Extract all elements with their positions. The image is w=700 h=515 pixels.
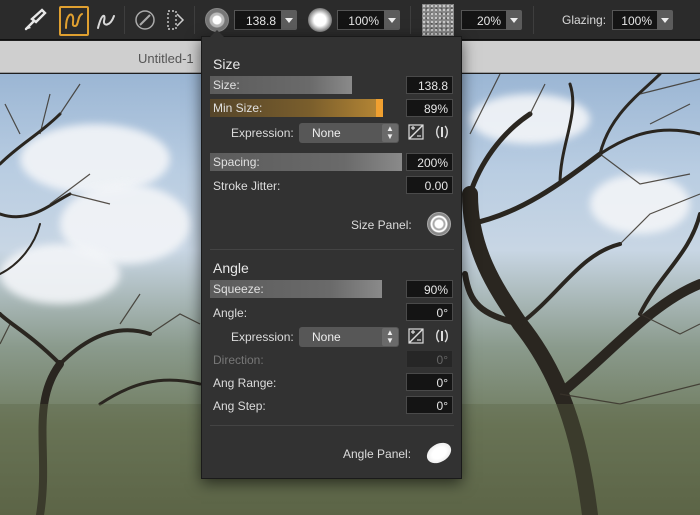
size-section-title: Size bbox=[213, 56, 241, 72]
glazing-label: Glazing: bbox=[562, 13, 607, 27]
section-divider bbox=[210, 425, 454, 426]
ang-step-label: Ang Step: bbox=[213, 399, 266, 413]
toolbar-separator bbox=[124, 6, 125, 34]
ang-step-value-field[interactable]: 0° bbox=[406, 396, 453, 414]
grain-dropdown-arrow[interactable] bbox=[506, 10, 522, 30]
invert-angle-expression-button[interactable] bbox=[407, 327, 425, 347]
size-expression-select[interactable]: None ▲ ▼ bbox=[299, 123, 399, 143]
stroke-jitter-label: Stroke Jitter: bbox=[213, 179, 281, 193]
expression-wave-icon bbox=[433, 328, 451, 347]
size-value-field[interactable]: 138.8 bbox=[406, 76, 453, 94]
brush-category-button[interactable] bbox=[20, 6, 50, 36]
angle-panel-label: Angle Panel: bbox=[343, 447, 412, 461]
section-divider bbox=[210, 249, 454, 250]
angle-section-title: Angle bbox=[213, 260, 249, 276]
size-dropdown-arrow[interactable] bbox=[281, 10, 297, 30]
opacity-dropdown-arrow[interactable] bbox=[384, 10, 400, 30]
squeeze-value-field[interactable]: 90% bbox=[406, 280, 453, 298]
size-expression-value: None bbox=[312, 126, 341, 140]
size-panel-label: Size Panel: bbox=[351, 218, 412, 232]
chevron-updown-icon: ▲ ▼ bbox=[382, 328, 398, 346]
angle-expression-label: Expression: bbox=[231, 330, 294, 344]
spacing-value-field[interactable]: 200% bbox=[406, 153, 453, 171]
size-panel-icon[interactable] bbox=[427, 212, 451, 236]
dab-preview-button[interactable] bbox=[160, 6, 190, 36]
ang-range-label: Ang Range: bbox=[213, 376, 277, 390]
spacing-slider-label: Spacing: bbox=[213, 155, 260, 169]
glazing-dropdown-arrow[interactable] bbox=[657, 10, 673, 30]
freehand-stroke-icon bbox=[62, 8, 86, 35]
direction-value-field: 0° bbox=[406, 350, 453, 368]
squeeze-slider[interactable]: Squeeze: bbox=[210, 280, 382, 298]
min-size-slider-handle[interactable] bbox=[376, 99, 383, 117]
min-size-slider[interactable]: Min Size: bbox=[210, 99, 383, 117]
brush-controls-popup: Size Size: 138.8 Min Size: 89% Expressio… bbox=[201, 30, 462, 479]
angle-panel-icon[interactable] bbox=[423, 438, 455, 468]
squeeze-slider-label: Squeeze: bbox=[213, 282, 264, 296]
brush-ghost-button[interactable] bbox=[130, 6, 160, 36]
expression-wave-icon bbox=[433, 124, 451, 143]
min-size-slider-label: Min Size: bbox=[213, 101, 263, 115]
toolbar-separator bbox=[533, 6, 534, 34]
dab-preview-icon bbox=[163, 8, 187, 35]
opacity-field[interactable]: 100% bbox=[337, 10, 385, 30]
size-slider[interactable]: Size: bbox=[210, 76, 352, 94]
angle-expression-select[interactable]: None ▲ ▼ bbox=[299, 327, 399, 347]
document-tab[interactable]: Untitled-1 bbox=[138, 51, 194, 66]
angle-expression-settings-button[interactable] bbox=[433, 328, 451, 346]
size-dial-icon[interactable] bbox=[205, 8, 229, 32]
chevron-updown-icon: ▲ ▼ bbox=[382, 124, 398, 142]
toolbar-separator bbox=[410, 6, 411, 34]
min-size-value-field[interactable]: 89% bbox=[406, 99, 453, 117]
invert-expression-button[interactable] bbox=[407, 123, 425, 143]
invert-expression-icon bbox=[408, 123, 424, 143]
brush-category-icon bbox=[22, 7, 48, 36]
quick-curve-button[interactable] bbox=[91, 6, 121, 36]
size-expression-label: Expression: bbox=[231, 126, 294, 140]
opacity-dial-icon[interactable] bbox=[308, 8, 332, 32]
toolbar-separator bbox=[194, 6, 195, 34]
size-slider-label: Size: bbox=[213, 78, 240, 92]
brush-ghost-icon bbox=[133, 8, 157, 35]
freehand-stroke-button[interactable] bbox=[59, 6, 89, 36]
angle-value-field[interactable]: 0° bbox=[406, 303, 453, 321]
property-bar: 138.8 100% 20% Glazing: 100% bbox=[0, 0, 700, 40]
grain-field[interactable]: 20% bbox=[461, 10, 507, 30]
angle-expression-value: None bbox=[312, 330, 341, 344]
quick-curve-icon bbox=[94, 8, 118, 35]
glazing-field[interactable]: 100% bbox=[612, 10, 658, 30]
spacing-slider[interactable]: Spacing: bbox=[210, 153, 402, 171]
size-field[interactable]: 138.8 bbox=[234, 10, 282, 30]
direction-label: Direction: bbox=[213, 353, 264, 367]
angle-label: Angle: bbox=[213, 306, 248, 320]
invert-expression-icon bbox=[408, 327, 424, 347]
ang-range-value-field[interactable]: 0° bbox=[406, 373, 453, 391]
grain-texture-icon[interactable] bbox=[422, 4, 454, 36]
expression-settings-button[interactable] bbox=[433, 124, 451, 142]
stroke-jitter-value-field[interactable]: 0.00 bbox=[406, 176, 453, 194]
